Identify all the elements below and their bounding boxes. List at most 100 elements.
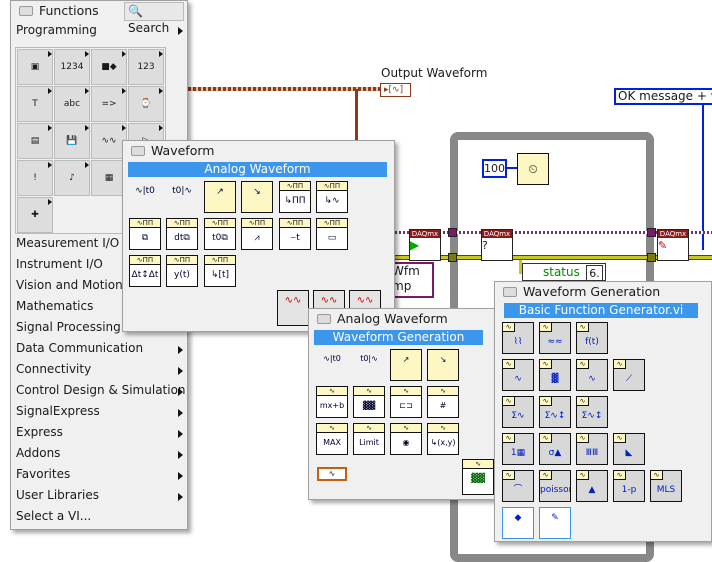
get-xy-value-icon[interactable]: ∿ΠΠ ↳[t] bbox=[204, 255, 236, 287]
waveform-min-max-icon[interactable]: ∿ΠΠ ⩘ bbox=[241, 218, 273, 250]
waveform-generation-subpalette-icon[interactable]: ∿ ▓▓ bbox=[462, 459, 494, 495]
waveform-duration-icon[interactable]: ∿ΠΠ ▭ bbox=[316, 218, 348, 250]
inverse-f-noise-icon[interactable]: ∿ ◣ bbox=[613, 433, 645, 465]
waveform-scaling-icon[interactable]: ∿ΠΠ y(t) bbox=[166, 255, 198, 287]
menu-item-data-communication[interactable]: Data Communication bbox=[16, 341, 143, 355]
icon-glyph: ⌒ bbox=[513, 485, 523, 495]
get-waveform-subset-icon[interactable]: ∿ΠΠ ↳∿ bbox=[316, 181, 348, 213]
category-programming[interactable]: Programming bbox=[16, 23, 97, 37]
get-attribute-icon[interactable]: ↘ bbox=[241, 181, 273, 213]
create-waveform-icon[interactable]: ✎ bbox=[539, 507, 571, 539]
basic-multitone-icon[interactable]: ∿ ≈≈ bbox=[539, 322, 571, 354]
dialog-icon[interactable]: ▤ bbox=[17, 123, 53, 159]
graphics-sound-icon[interactable]: ♪ bbox=[54, 160, 90, 196]
get-waveform-components-icon[interactable]: ∿|t0 bbox=[129, 181, 161, 213]
scale-waveform-icon[interactable]: ∿ mx+b bbox=[316, 386, 348, 418]
menu-item-express[interactable]: Express bbox=[16, 425, 63, 439]
triangle-waveform-icon[interactable]: ∿ ∿ bbox=[576, 359, 608, 391]
basic-multitone-waveform-icon[interactable]: ∿ Σ∿ bbox=[502, 396, 534, 428]
periodic-random-noise-icon[interactable]: ∿ ⅢⅢ bbox=[576, 433, 608, 465]
set-attr-icon[interactable]: ↗ bbox=[390, 349, 422, 381]
title-text: Analog Waveform bbox=[337, 311, 448, 326]
menu-item-control-design-simulation[interactable]: Control Design & Simulation bbox=[16, 383, 186, 397]
copy-waveform-dt-icon[interactable]: ∿ΠΠ t0⧉ bbox=[204, 218, 236, 250]
poisson-noise-icon[interactable]: ∿ poisson bbox=[539, 470, 571, 502]
build-waveform-icon[interactable]: t0|∿ bbox=[166, 181, 198, 213]
set-attribute-icon[interactable]: ↗ bbox=[204, 181, 236, 213]
ni-example-icon[interactable]: ✚ bbox=[17, 197, 53, 233]
icon-glyph: ◆ bbox=[514, 513, 522, 523]
cluster-icon[interactable]: ■◆ bbox=[91, 49, 127, 85]
menu-item-vision-and-motion[interactable]: Vision and Motion bbox=[16, 278, 123, 292]
pin-icon[interactable] bbox=[503, 286, 517, 297]
max-min-icon[interactable]: ∿ MAX MIN bbox=[316, 423, 348, 455]
gamma-noise-icon[interactable]: ∿ ⌒ bbox=[502, 470, 534, 502]
index-waveform-array-icon[interactable]: ∿ΠΠ ↳ΠΠ bbox=[279, 181, 311, 213]
numeric-icon[interactable]: 123 bbox=[128, 49, 164, 85]
align-waveform-timestamps-icon[interactable]: ∿ΠΠ Δt↕Δt bbox=[129, 255, 161, 287]
menu-item-select-a-vi-[interactable]: Select a VI... bbox=[16, 509, 91, 523]
sawtooth-waveform-icon[interactable]: ∿ ⟋ bbox=[613, 359, 645, 391]
numeric-constant[interactable]: 100 bbox=[482, 159, 507, 178]
multitone-chirp-icon[interactable]: ∿ Σ∿↕ bbox=[576, 396, 608, 428]
search-button[interactable]: 🔍Search bbox=[124, 2, 184, 35]
array-icon[interactable]: 1234 bbox=[54, 49, 90, 85]
search-icon[interactable]: ∿ # bbox=[427, 386, 459, 418]
formula-waveform-icon[interactable]: ∿ f(t) bbox=[576, 322, 608, 354]
get-xy-icon[interactable]: ∿ ↳(x,y) bbox=[427, 423, 459, 455]
file-io-icon[interactable]: 💾 bbox=[54, 123, 90, 159]
search-waveform-icon[interactable]: ∿ΠΠ ⌣t bbox=[279, 218, 311, 250]
pin-icon[interactable] bbox=[317, 313, 331, 324]
limit-test-icon[interactable]: ∿ Limit bbox=[353, 423, 385, 455]
get-attr-icon[interactable]: ↘ bbox=[427, 349, 459, 381]
uniform-noise-icon[interactable]: ∿ 1▦ bbox=[502, 433, 534, 465]
noise-icon[interactable]: ∿ ▓▓ bbox=[353, 386, 385, 418]
sine-waveform-icon[interactable]: ∿ ∿ bbox=[502, 359, 534, 391]
pin-icon[interactable] bbox=[131, 145, 145, 156]
simulate-signal-icon[interactable]: ◆ bbox=[502, 507, 534, 539]
menu-item-user-libraries[interactable]: User Libraries bbox=[16, 488, 99, 502]
get-components-icon[interactable]: ∿|t0 bbox=[316, 349, 348, 381]
icon-glyph: ⌚ bbox=[140, 99, 152, 109]
timing-icon[interactable]: ⌚ bbox=[128, 86, 164, 122]
daqmx-clear-task-icon[interactable]: DAQmx ✎ bbox=[657, 229, 689, 261]
daqmx-label: DAQmx bbox=[410, 230, 440, 238]
append-waveforms-icon[interactable]: ∿ΠΠ ⧉ bbox=[129, 218, 161, 250]
build-waveform-array-icon[interactable]: ∿ΠΠ dt⧉ bbox=[166, 218, 198, 250]
gaussian-noise-icon[interactable]: ∿ σ▲ bbox=[539, 433, 571, 465]
menu-item-signal-processing[interactable]: Signal Processing bbox=[16, 320, 121, 334]
daqmx-start-task-icon[interactable]: DAQmx ▶ bbox=[409, 229, 441, 261]
menu-item-connectivity[interactable]: Connectivity bbox=[16, 362, 91, 376]
menu-item-instrument-i-o[interactable]: Instrument I/O bbox=[16, 257, 103, 271]
icon-glyph: ⌣t bbox=[290, 233, 300, 243]
mls-sequence-icon[interactable]: ∿ MLS bbox=[650, 470, 682, 502]
boolean-icon[interactable]: T bbox=[17, 86, 53, 122]
menu-item-mathematics[interactable]: Mathematics bbox=[16, 299, 93, 313]
multitone-amplitude-icon[interactable]: ∿ Σ∿↕ bbox=[539, 396, 571, 428]
icon-header: ∿ bbox=[428, 424, 458, 433]
output-waveform-indicator[interactable]: ▸[∿] bbox=[380, 83, 411, 97]
analog-waveform-sub-icon[interactable]: ∿∿ bbox=[277, 290, 309, 326]
square-waveform-icon[interactable]: ∿ ▓ bbox=[539, 359, 571, 391]
message-string-constant[interactable]: OK message + wa bbox=[614, 88, 712, 105]
menu-item-addons[interactable]: Addons bbox=[16, 446, 60, 460]
string-icon[interactable]: abc bbox=[54, 86, 90, 122]
basic-function-generator-icon[interactable]: ∿ ⌇⌇ bbox=[502, 322, 534, 354]
menu-item-measurement-i-o[interactable]: Measurement I/O bbox=[16, 236, 119, 250]
icon-header: ∿ bbox=[503, 434, 515, 443]
replace-icon[interactable]: ∿ ⊏⊐ bbox=[390, 386, 422, 418]
daqmx-is-task-done-icon[interactable]: DAQmx? bbox=[481, 229, 513, 261]
comparison-icon[interactable]: => bbox=[91, 86, 127, 122]
peak-icon[interactable]: ∿ ◉ bbox=[390, 423, 422, 455]
structures-icon[interactable]: ▣ bbox=[17, 49, 53, 85]
waveform-constant-icon[interactable]: ∿ bbox=[317, 467, 347, 481]
pin-icon[interactable] bbox=[19, 5, 33, 16]
binomial-noise-icon[interactable]: ∿ ▲ bbox=[576, 470, 608, 502]
menu-item-signalexpress[interactable]: SignalExpress bbox=[16, 404, 100, 418]
wait-ms-icon[interactable]: ⏲ bbox=[517, 153, 549, 185]
build-icon[interactable]: t0|∿ bbox=[353, 349, 385, 381]
icon-header: ∿ bbox=[651, 471, 663, 480]
menu-item-favorites[interactable]: Favorites bbox=[16, 467, 70, 481]
bernoulli-noise-icon[interactable]: ∿ 1-p bbox=[613, 470, 645, 502]
synchronization-icon[interactable]: ! bbox=[17, 160, 53, 196]
